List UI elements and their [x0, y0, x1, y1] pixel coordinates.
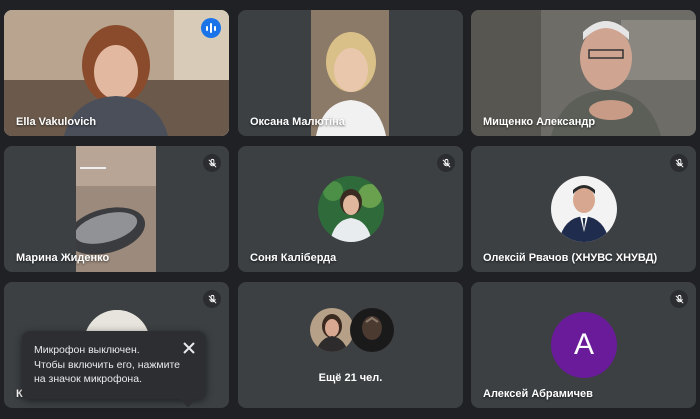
mic-off-icon	[203, 290, 221, 308]
mic-off-icon	[203, 154, 221, 172]
participant-name: Оксана Малютіна	[250, 116, 345, 128]
participant-tile-sonya[interactable]: Соня Калiберда	[238, 146, 463, 272]
avatar	[551, 176, 617, 242]
participant-tile-oleksii[interactable]: Олексій Рвачов (ХНУВС ХНУВД)	[471, 146, 696, 272]
participant-tile-oksana[interactable]: Оксана Малютіна	[238, 10, 463, 136]
more-participants-label: Ещё 21 чел.	[318, 372, 383, 384]
participant-tile-marina[interactable]: Марина Жиденко	[4, 146, 229, 272]
participant-tile-mishchenko[interactable]: Мищенко Александр	[471, 10, 696, 136]
avatar	[350, 308, 394, 352]
participant-name: Олексій Рвачов (ХНУВС ХНУВД)	[483, 252, 658, 264]
more-participants-tile[interactable]: Ещё 21 чел.	[238, 282, 463, 408]
participant-name: Алексей Абрамичев	[483, 388, 593, 400]
mic-off-icon	[437, 154, 455, 172]
mic-off-icon	[670, 154, 688, 172]
participant-tile-aleksei[interactable]: A Алексей Абрамичев	[471, 282, 696, 408]
avatar-letter: A	[573, 328, 594, 361]
participant-name: Мищенко Александр	[483, 116, 596, 128]
mic-muted-toast: Микрофон выключен. Чтобы включить его, н…	[22, 331, 206, 408]
avatar: A	[551, 312, 617, 378]
toast-message: Микрофон выключен. Чтобы включить его, н…	[34, 343, 184, 387]
avatar	[318, 176, 384, 242]
close-icon[interactable]	[182, 341, 196, 355]
speaking-indicator-icon	[201, 18, 221, 38]
avatar	[310, 308, 354, 352]
participant-name: Соня Калiберда	[250, 252, 337, 264]
toast-line: на значок микрофона.	[34, 373, 142, 385]
toast-line: Чтобы включить его, нажмите	[34, 358, 180, 371]
toast-line: Микрофон выключен.	[34, 344, 140, 356]
mic-off-icon	[670, 290, 688, 308]
participant-tile-ella[interactable]: Ella Vakulovich	[4, 10, 229, 136]
participant-name: Ella Vakulovich	[16, 116, 97, 128]
participant-name: Марина Жиденко	[16, 252, 110, 264]
